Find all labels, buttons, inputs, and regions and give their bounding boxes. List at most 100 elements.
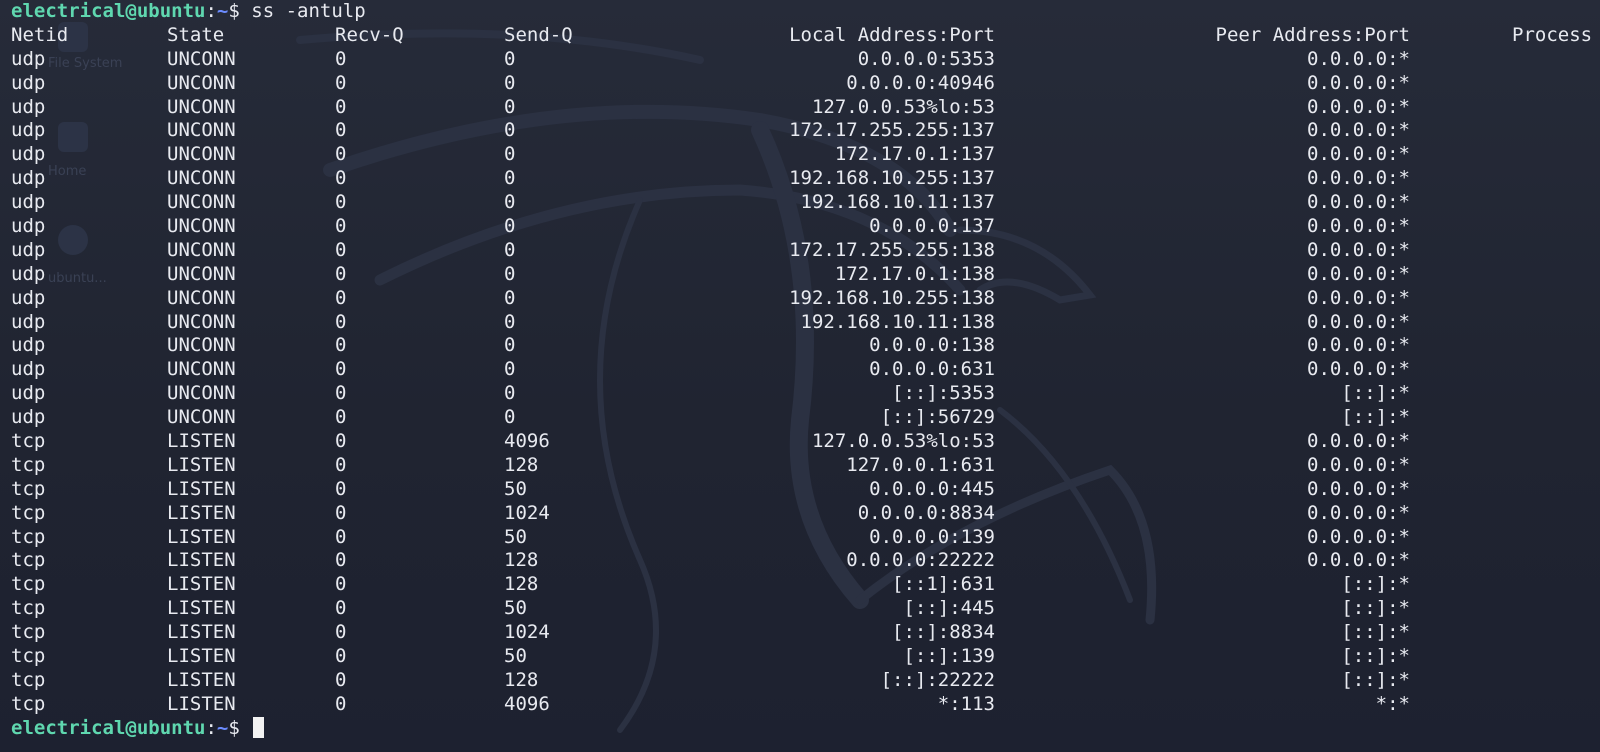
cell-local-address: 0.0.0.0:631 <box>869 358 995 381</box>
command-prompt-line: electrical@ubuntu:~$ ss -antulp <box>0 0 1600 24</box>
cell-local-address: 127.0.0.53%lo:53 <box>811 95 995 118</box>
cell-netid: tcp <box>11 645 46 668</box>
header-process: Process <box>1512 23 1593 46</box>
cell-state: UNCONN <box>167 95 236 118</box>
cell-netid: udp <box>11 406 46 429</box>
cell-send-q: 0 <box>504 382 516 405</box>
cell-send-q: 1024 <box>504 621 550 644</box>
cell-recv-q: 0 <box>335 286 347 309</box>
cell-netid: udp <box>11 215 46 238</box>
cell-send-q: 1024 <box>504 501 550 524</box>
table-row: tcp LISTEN 0 128 0.0.0.0:22222 0.0.0.0:* <box>0 549 1600 573</box>
cell-recv-q: 0 <box>335 501 347 524</box>
cell-state: UNCONN <box>167 215 236 238</box>
cell-netid: udp <box>11 262 46 285</box>
cell-peer-address: [::]:* <box>1341 573 1410 596</box>
cell-local-address: 0.0.0.0:22222 <box>846 549 995 572</box>
cell-local-address: 172.17.0.1:137 <box>834 143 995 166</box>
cell-local-address: [::]:139 <box>903 645 995 668</box>
cell-state: LISTEN <box>167 692 236 715</box>
cell-peer-address: [::]:* <box>1341 382 1410 405</box>
cell-local-address: 192.168.10.11:137 <box>800 191 995 214</box>
prompt-user-host: electrical@ubuntu <box>11 716 206 739</box>
cell-local-address: [::]:445 <box>903 597 995 620</box>
cell-peer-address: 0.0.0.0:* <box>1307 262 1410 285</box>
cell-send-q: 4096 <box>504 692 550 715</box>
header-send-q: Send-Q <box>504 23 573 46</box>
cell-state: LISTEN <box>167 621 236 644</box>
cell-netid: tcp <box>11 525 46 548</box>
cell-netid: udp <box>11 358 46 381</box>
table-row: tcp LISTEN 0 1024 0.0.0.0:8834 0.0.0.0:* <box>0 502 1600 526</box>
cell-local-address: [::]:5353 <box>892 382 995 405</box>
cell-local-address: 0.0.0.0:445 <box>869 477 995 500</box>
cell-local-address: [::]:56729 <box>880 406 995 429</box>
table-row: tcp LISTEN 0 50 0.0.0.0:139 0.0.0.0:* <box>0 526 1600 550</box>
cell-peer-address: 0.0.0.0:* <box>1307 453 1410 476</box>
cell-netid: udp <box>11 238 46 261</box>
cell-state: UNCONN <box>167 143 236 166</box>
cell-state: LISTEN <box>167 573 236 596</box>
cell-peer-address: 0.0.0.0:* <box>1307 47 1410 70</box>
active-prompt-line[interactable]: electrical@ubuntu:~$ <box>0 716 1600 741</box>
cell-netid: udp <box>11 167 46 190</box>
cell-netid: tcp <box>11 477 46 500</box>
cell-local-address: [::1]:631 <box>892 573 995 596</box>
cell-recv-q: 0 <box>335 573 347 596</box>
cell-peer-address: 0.0.0.0:* <box>1307 430 1410 453</box>
table-row: udp UNCONN 0 0 0.0.0.0:40946 0.0.0.0:* <box>0 72 1600 96</box>
cell-send-q: 0 <box>504 334 516 357</box>
table-row: tcp LISTEN 0 128 [::]:22222 [::]:* <box>0 669 1600 693</box>
terminal-window[interactable]: File System Home ubuntu... electrical@ub… <box>0 0 1600 752</box>
cell-peer-address: 0.0.0.0:* <box>1307 71 1410 94</box>
cell-peer-address: 0.0.0.0:* <box>1307 95 1410 118</box>
cell-netid: tcp <box>11 692 46 715</box>
cell-peer-address: 0.0.0.0:* <box>1307 501 1410 524</box>
table-row: udp UNCONN 0 0 0.0.0.0:138 0.0.0.0:* <box>0 334 1600 358</box>
cell-state: LISTEN <box>167 597 236 620</box>
cell-local-address: 172.17.0.1:138 <box>834 262 995 285</box>
table-row: udp UNCONN 0 0 192.168.10.11:137 0.0.0.0:* <box>0 191 1600 215</box>
cell-local-address: 127.0.0.1:631 <box>846 453 995 476</box>
cell-netid: udp <box>11 95 46 118</box>
cell-state: UNCONN <box>167 191 236 214</box>
cell-recv-q: 0 <box>335 358 347 381</box>
cell-peer-address: 0.0.0.0:* <box>1307 143 1410 166</box>
table-row: udp UNCONN 0 0 172.17.255.255:137 0.0.0.0:* <box>0 119 1600 143</box>
cell-recv-q: 0 <box>335 430 347 453</box>
socket-table-rows: udp UNCONN 0 0 0.0.0.0:5353 0.0.0.0:* udp UNCON… <box>0 48 1600 717</box>
prompt-user-host: electrical@ubuntu <box>11 0 206 22</box>
cell-recv-q: 0 <box>335 143 347 166</box>
table-row: udp UNCONN 0 0 172.17.255.255:138 0.0.0.0:* <box>0 239 1600 263</box>
table-row: tcp LISTEN 0 4096 *:113 *:* <box>0 693 1600 717</box>
cell-send-q: 0 <box>504 215 516 238</box>
cell-state: UNCONN <box>167 358 236 381</box>
cell-peer-address: [::]:* <box>1341 668 1410 691</box>
cell-recv-q: 0 <box>335 310 347 333</box>
cell-send-q: 0 <box>504 167 516 190</box>
cell-netid: tcp <box>11 597 46 620</box>
cell-state: UNCONN <box>167 382 236 405</box>
cell-send-q: 0 <box>504 143 516 166</box>
cell-recv-q: 0 <box>335 215 347 238</box>
prompt-separator: : <box>205 716 217 739</box>
cell-recv-q: 0 <box>335 71 347 94</box>
cell-local-address: 192.168.10.11:138 <box>800 310 995 333</box>
cell-peer-address: 0.0.0.0:* <box>1307 549 1410 572</box>
table-row: tcp LISTEN 0 50 0.0.0.0:445 0.0.0.0:* <box>0 478 1600 502</box>
cell-state: LISTEN <box>167 645 236 668</box>
cell-recv-q: 0 <box>335 597 347 620</box>
cell-netid: tcp <box>11 621 46 644</box>
prompt-dollar: $ <box>228 716 252 739</box>
cell-recv-q: 0 <box>335 262 347 285</box>
prompt-path: ~ <box>216 0 229 22</box>
table-row: udp UNCONN 0 0 [::]:56729 [::]:* <box>0 406 1600 430</box>
table-header-row: Netid State Recv-Q Send-Q Local Address:… <box>0 24 1600 48</box>
cell-send-q: 0 <box>504 358 516 381</box>
cell-netid: udp <box>11 334 46 357</box>
cell-state: UNCONN <box>167 238 236 261</box>
text-cursor[interactable] <box>253 716 265 738</box>
cell-local-address: *:113 <box>937 692 995 715</box>
cell-peer-address: 0.0.0.0:* <box>1307 310 1410 333</box>
cell-local-address: 0.0.0.0:139 <box>869 525 995 548</box>
